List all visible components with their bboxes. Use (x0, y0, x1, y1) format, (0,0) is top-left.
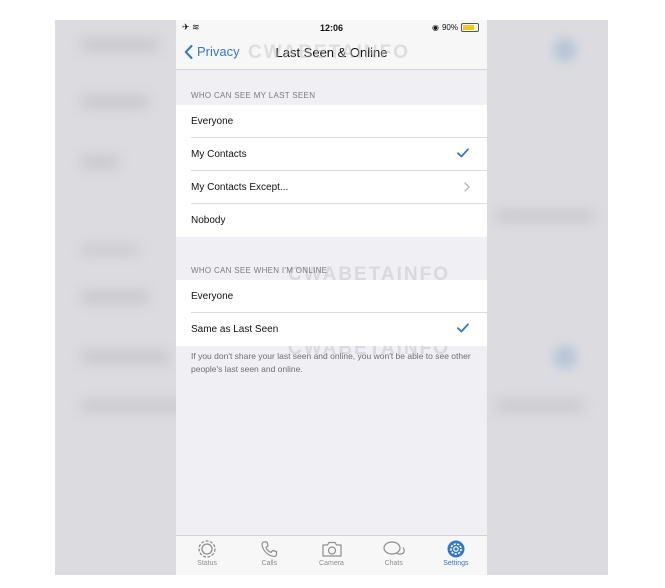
camera-icon (321, 541, 342, 557)
option-label: My Contacts (191, 149, 247, 160)
option-label: Everyone (191, 116, 234, 127)
tab-settings[interactable]: Settings (425, 536, 487, 575)
chevron-right-icon (464, 182, 470, 192)
phone-screen: ✈ ≋ 12:06 ◉ 90% Privacy Last Seen & Onli… (176, 20, 487, 575)
tab-label: Status (197, 560, 218, 567)
watermark: CWABETAINFO (248, 42, 411, 63)
status-bar: ✈ ≋ 12:06 ◉ 90% (176, 20, 487, 36)
gear-icon (447, 540, 465, 558)
tab-label: Settings (443, 560, 469, 567)
option-my-contacts[interactable]: My Contacts (176, 138, 487, 171)
tab-label: Chats (384, 560, 403, 567)
last-seen-options: Everyone My Contacts My Contacts Except.… (176, 105, 487, 237)
option-same-as-last-seen[interactable]: Same as Last Seen (176, 313, 487, 346)
checkmark-icon (457, 323, 469, 333)
online-section-header: WHO CAN SEE WHEN I'M ONLINE (191, 266, 328, 275)
option-label: My Contacts Except... (191, 182, 289, 193)
orientation-lock-icon: ◉ (432, 23, 439, 32)
online-section-footer: If you don't share your last seen and on… (191, 351, 471, 374)
tab-label: Calls (261, 560, 278, 567)
option-my-contacts-except[interactable]: My Contacts Except... (176, 171, 487, 204)
tab-chats[interactable]: Chats (363, 536, 425, 575)
last-seen-section-header: WHO CAN SEE MY LAST SEEN (191, 91, 316, 100)
option-label: Everyone (191, 291, 234, 302)
battery-percent: 90% (441, 23, 458, 32)
status-icon (198, 540, 216, 558)
phone-icon (261, 541, 278, 558)
option-nobody[interactable]: Nobody (176, 204, 487, 237)
option-label: Same as Last Seen (191, 324, 279, 335)
online-options: Everyone Same as Last Seen (176, 280, 487, 346)
tab-calls[interactable]: Calls (238, 536, 300, 575)
chats-icon (383, 541, 405, 555)
tab-label: Camera (319, 560, 344, 567)
option-label: Nobody (191, 215, 226, 226)
tab-status[interactable]: Status (176, 536, 238, 575)
option-everyone[interactable]: Everyone (176, 280, 487, 313)
battery-icon (461, 23, 479, 32)
option-everyone[interactable]: Everyone (176, 105, 487, 138)
checkmark-icon (457, 148, 469, 158)
tab-bar: Status Calls Camera Chats Settings (176, 535, 487, 575)
battery-indicator: ◉ 90% (432, 23, 479, 32)
tab-camera[interactable]: Camera (300, 536, 362, 575)
